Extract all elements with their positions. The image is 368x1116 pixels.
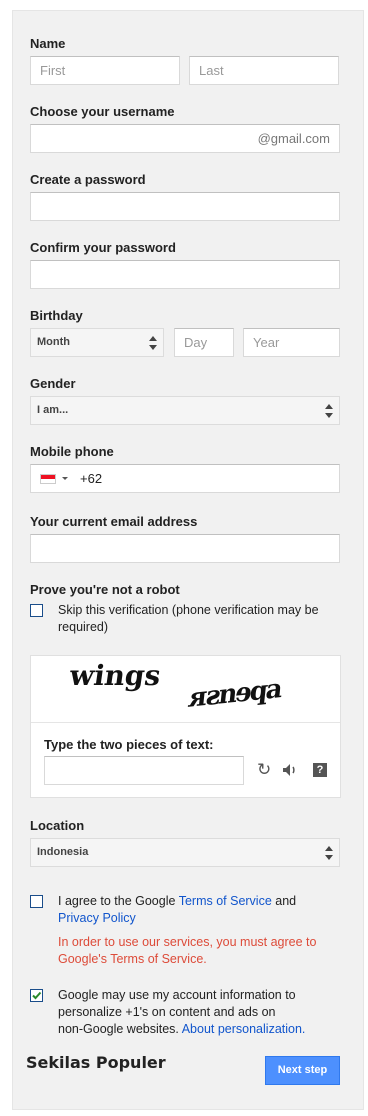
first-name-placeholder: First — [40, 63, 66, 78]
about-personalization-link[interactable]: About personalization. — [182, 1022, 306, 1036]
terms-checkbox[interactable] — [30, 895, 43, 908]
select-arrows-icon — [325, 403, 333, 419]
mobile-phone-input[interactable]: +62 — [30, 464, 340, 493]
captcha-word-2: ᴙƨnɘqa — [185, 673, 283, 715]
name-label: Name — [30, 36, 66, 51]
robot-label: Prove you're not a robot — [30, 582, 180, 597]
chevron-down-icon[interactable] — [62, 477, 68, 480]
personalization-text: Google may use my account information to… — [58, 988, 306, 1036]
captcha-box: wings ᴙƨnɘqa Type the two pieces of text… — [30, 655, 341, 798]
mobile-phone-label: Mobile phone — [30, 444, 114, 459]
first-name-input[interactable]: First — [30, 56, 180, 85]
location-select[interactable]: Indonesia — [30, 838, 340, 867]
refresh-icon[interactable]: ↻ — [257, 761, 271, 778]
year-placeholder: Year — [253, 335, 280, 350]
sekilas-populer-brand: Sekilas Populer — [26, 1053, 166, 1072]
checkmark-icon — [32, 991, 42, 1000]
last-name-input[interactable]: Last — [189, 56, 339, 85]
username-label: Choose your username — [30, 104, 175, 119]
skip-verification-text: Skip this verification (phone verificati… — [58, 603, 319, 634]
personalization-checkbox[interactable] — [30, 989, 43, 1002]
captcha-image: wings ᴙƨnɘqa — [32, 657, 339, 722]
help-icon[interactable]: ? — [313, 763, 327, 777]
current-email-input[interactable] — [30, 534, 340, 563]
captcha-divider — [31, 722, 340, 723]
phone-country-code: +62 — [80, 471, 103, 486]
gender-value: I am... — [37, 404, 69, 416]
terms-error-message: In order to use our services, you must a… — [58, 935, 317, 966]
day-placeholder: Day — [184, 335, 208, 350]
confirm-password-label: Confirm your password — [30, 240, 176, 255]
skip-verification-checkbox[interactable] — [30, 604, 43, 617]
select-arrows-icon — [149, 335, 157, 351]
confirm-password-input[interactable] — [30, 260, 340, 289]
gmail-suffix: @gmail.com — [257, 131, 330, 146]
location-value: Indonesia — [37, 846, 89, 858]
birthday-day-input[interactable]: Day — [174, 328, 234, 357]
birthday-month-select[interactable]: Month — [30, 328, 164, 357]
password-input[interactable] — [30, 192, 340, 221]
current-email-label: Your current email address — [30, 514, 198, 529]
captcha-word-1: wings — [67, 659, 163, 692]
captcha-input[interactable] — [44, 756, 244, 785]
terms-of-service-link[interactable]: Terms of Service — [179, 894, 272, 908]
password-label: Create a password — [30, 172, 146, 187]
birthday-label: Birthday — [30, 308, 83, 323]
audio-icon[interactable] — [282, 763, 298, 777]
last-name-placeholder: Last — [199, 63, 224, 78]
gender-label: Gender — [30, 376, 76, 391]
birthday-year-input[interactable]: Year — [243, 328, 340, 357]
indonesia-flag-icon[interactable] — [40, 474, 56, 484]
gender-select[interactable]: I am... — [30, 396, 340, 425]
select-arrows-icon — [325, 845, 333, 861]
month-value: Month — [37, 336, 70, 348]
captcha-prompt: Type the two pieces of text: — [44, 737, 214, 752]
next-step-button[interactable]: Next step — [265, 1056, 340, 1085]
terms-text: I agree to the Google Terms of Service a… — [58, 894, 297, 925]
privacy-policy-link[interactable]: Privacy Policy — [58, 911, 136, 925]
username-input[interactable]: @gmail.com — [30, 124, 340, 153]
location-label: Location — [30, 818, 85, 833]
